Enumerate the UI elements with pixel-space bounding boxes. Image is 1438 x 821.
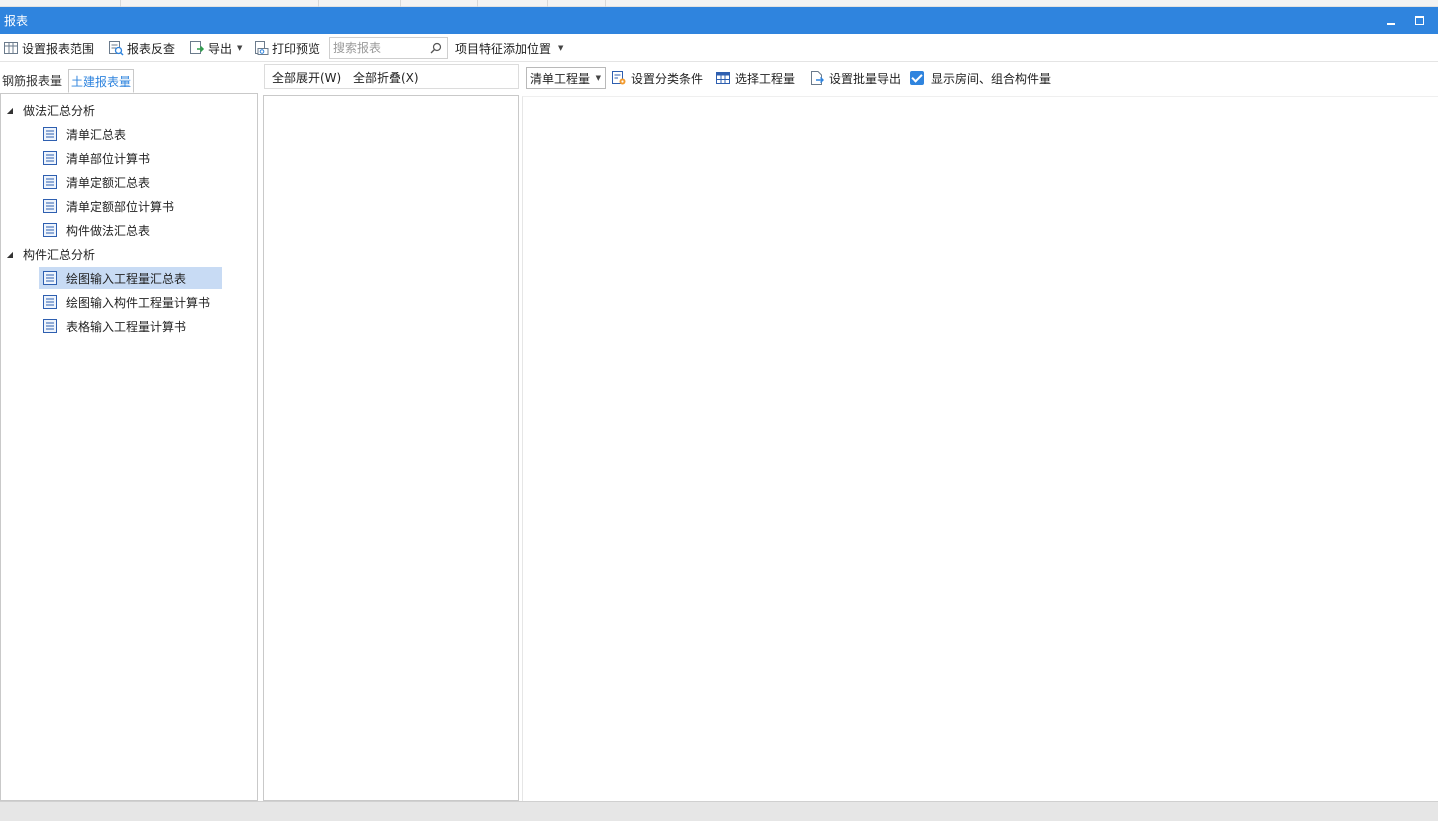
tree-group-component-analysis[interactable]: ◢ 构件汇总分析 [3, 243, 95, 265]
batch-export-label: 设置批量导出 [829, 71, 902, 86]
report-doc-icon [43, 199, 57, 213]
batch-export-icon [811, 71, 824, 85]
report-check-label: 报表反查 [127, 41, 176, 56]
show-rooms-label: 显示房间、组合构件量 [931, 71, 1052, 86]
tree-item-label: 清单定额部位计算书 [66, 199, 175, 214]
tree-item-component-method-summary[interactable]: 构件做法汇总表 [39, 219, 150, 241]
strip-separator [547, 0, 548, 7]
set-category-label: 设置分类条件 [631, 71, 704, 86]
tree-item-drawing-input-summary[interactable]: 绘图输入工程量汇总表 [39, 267, 222, 289]
select-quantity-label: 选择工程量 [735, 71, 796, 86]
expand-all-button[interactable]: 全部展开(W) [272, 69, 341, 86]
report-toolbar: 清单工程量 ▼ 设置分类条件 选择工程量 设置批量导出 显示房间、组合构件量 [524, 64, 1438, 92]
tab-steel-report[interactable]: 钢筋报表量 [0, 69, 64, 93]
category-settings-icon [612, 71, 626, 85]
set-category-button[interactable]: 设置分类条件 [611, 69, 703, 87]
report-check-button[interactable]: 报表反查 [108, 39, 175, 57]
maximize-button[interactable] [1412, 12, 1428, 28]
select-quantity-button[interactable]: 选择工程量 [715, 69, 795, 87]
expanded-triangle-icon[interactable]: ◢ [3, 250, 17, 259]
chevron-down-icon: ▼ [558, 44, 564, 52]
tree-item-table-input-calc[interactable]: 表格输入工程量计算书 [39, 315, 186, 337]
report-doc-icon [43, 151, 57, 165]
print-preview-label: 打印预览 [272, 41, 321, 56]
range-grid-icon [4, 42, 18, 54]
feature-position-dropdown[interactable]: 项目特征添加位置 ▼ [455, 39, 563, 57]
tree-item-label: 构件做法汇总表 [66, 223, 151, 238]
report-type-tabs: 钢筋报表量 土建报表量 [0, 67, 260, 93]
export-icon [190, 41, 205, 54]
report-doc-icon [43, 295, 57, 309]
main-toolbar: 设置报表范围 报表反查 导出 ▼ 打印预览 搜索报表 项目特征添加位置 ▼ [0, 34, 1438, 62]
expanded-triangle-icon[interactable]: ◢ [3, 106, 17, 115]
middle-tree-panel [263, 95, 519, 801]
report-doc-icon [43, 223, 57, 237]
tree-group-method-analysis[interactable]: ◢ 做法汇总分析 [3, 99, 95, 121]
report-doc-icon [43, 127, 57, 141]
table-grid-icon [716, 72, 730, 84]
tree-group-label: 构件汇总分析 [23, 247, 96, 262]
middle-header: 全部展开(W) 全部折叠(X) [264, 64, 519, 89]
tree-item-drawing-component-calc[interactable]: 绘图输入构件工程量计算书 [39, 291, 210, 313]
chevron-down-icon: ▼ [595, 74, 601, 82]
report-doc-icon [43, 319, 57, 333]
tree-item-bill-quota-summary[interactable]: 清单定额汇总表 [39, 171, 150, 193]
tree-item-bill-quota-location-calc[interactable]: 清单定额部位计算书 [39, 195, 174, 217]
report-doc-icon [43, 175, 57, 189]
window-titlebar: 报表 [0, 7, 1438, 34]
search-icon[interactable] [430, 42, 442, 54]
strip-separator [605, 0, 606, 7]
batch-export-button[interactable]: 设置批量导出 [809, 69, 901, 87]
search-input[interactable] [330, 38, 430, 58]
set-report-range-label: 设置报表范围 [22, 41, 95, 56]
tab-civil-report[interactable]: 土建报表量 [68, 69, 135, 93]
strip-separator [318, 0, 319, 7]
feature-position-label: 项目特征添加位置 [455, 41, 552, 56]
strip-separator [400, 0, 401, 7]
export-label: 导出 [208, 41, 233, 56]
set-report-range-button[interactable]: 设置报表范围 [3, 39, 94, 57]
minimize-button[interactable] [1384, 12, 1400, 28]
report-tree-panel: ◢ 做法汇总分析 清单汇总表 清单部位计算书 清单定额汇总表 清单定额部位计算书… [0, 93, 258, 801]
report-search-icon [109, 41, 124, 56]
report-doc-icon [43, 271, 57, 285]
print-preview-icon [255, 41, 269, 55]
strip-separator [477, 0, 478, 7]
report-search-field[interactable] [329, 37, 448, 59]
window-title: 报表 [4, 14, 29, 28]
tree-item-bill-summary[interactable]: 清单汇总表 [39, 123, 126, 145]
tree-group-label: 做法汇总分析 [23, 103, 96, 118]
tree-item-label: 绘图输入工程量汇总表 [66, 271, 187, 286]
quantity-type-value: 清单工程量 [530, 71, 591, 86]
chevron-down-icon: ▼ [237, 44, 243, 52]
tree-item-label: 清单汇总表 [66, 127, 127, 142]
report-content-panel [522, 96, 1438, 801]
quantity-type-select[interactable]: 清单工程量 ▼ [526, 67, 606, 89]
tree-item-label: 清单定额汇总表 [66, 175, 151, 190]
tree-item-bill-location-calc[interactable]: 清单部位计算书 [39, 147, 150, 169]
checkbox-checked-icon[interactable] [910, 71, 924, 85]
tree-item-label: 表格输入工程量计算书 [66, 319, 187, 334]
show-rooms-checkbox[interactable]: 显示房间、组合构件量 [910, 69, 1051, 87]
tree-item-label: 清单部位计算书 [66, 151, 151, 166]
top-tab-strip [0, 0, 1438, 7]
export-dropdown[interactable]: 导出 ▼ [189, 39, 242, 57]
tree-item-label: 绘图输入构件工程量计算书 [66, 295, 211, 310]
print-preview-button[interactable]: 打印预览 [253, 39, 320, 57]
strip-separator [120, 0, 121, 7]
status-bar [0, 801, 1438, 821]
collapse-all-button[interactable]: 全部折叠(X) [353, 69, 419, 86]
